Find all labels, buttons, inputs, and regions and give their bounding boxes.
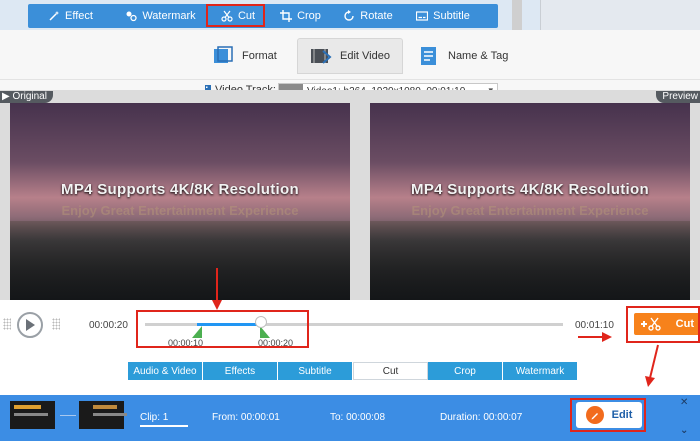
subtab-subtitle[interactable]: Subtitle	[278, 362, 353, 380]
watermark-icon	[126, 11, 137, 22]
end-time: 00:01:10	[575, 320, 614, 331]
clip-label: Clip:	[140, 412, 161, 423]
original-pane-label: ▶ Original	[0, 91, 53, 103]
subtab-cut[interactable]: Cut	[353, 362, 428, 380]
toolbar-scrollbar[interactable]	[512, 0, 522, 30]
toolbar-rotate-button[interactable]: Rotate	[333, 4, 403, 28]
from-field: From: 00:00:01	[212, 412, 280, 423]
format-icon	[214, 46, 233, 63]
preview-label: Preview	[662, 91, 698, 102]
edit-button-highlight	[570, 398, 646, 432]
preview-caption: MP4 Supports 4K/8K Resolution	[411, 181, 649, 198]
cut-timeline: 00:00:20 00:00:10 00:00:20 00:01:10	[0, 300, 700, 355]
subtitle-icon	[416, 11, 429, 21]
original-caption: MP4 Supports 4K/8K Resolution	[61, 181, 299, 198]
original-label: Original	[12, 91, 47, 102]
toolbar-effect-button[interactable]: Effect	[28, 4, 113, 28]
timeline-highlight	[136, 310, 309, 348]
play-icon	[26, 319, 35, 331]
toolbar-rotate-label: Rotate	[360, 10, 393, 22]
clip-field: Clip: 1	[140, 412, 168, 423]
tab-edit-video-label: Edit Video	[340, 50, 390, 62]
play-button[interactable]	[17, 312, 43, 338]
edit-video-icon	[311, 49, 332, 64]
tab-format[interactable]: Format	[212, 38, 277, 74]
toolbar-subtitle-label: Subtitle	[433, 10, 470, 22]
toolbar-right-panel	[540, 0, 700, 30]
current-time: 00:00:20	[89, 320, 128, 331]
edit-header-tabs: Format Edit Video Name & Tag	[0, 30, 700, 80]
tab-edit-video[interactable]: Edit Video	[297, 38, 403, 74]
video-landscape	[370, 221, 690, 300]
clip-thumbnail	[79, 401, 127, 429]
clip-underline	[140, 425, 188, 427]
magic-wand-icon	[49, 11, 60, 21]
duration-value: 00:00:07	[483, 412, 523, 423]
subtab-watermark[interactable]: Watermark	[503, 362, 578, 380]
toolbar-subtitle-button[interactable]: Subtitle	[403, 4, 483, 28]
tab-format-label: Format	[242, 50, 277, 62]
original-video-frame: MP4 Supports 4K/8K Resolution Enjoy Grea…	[10, 103, 350, 300]
drag-grip-icon[interactable]	[52, 318, 60, 330]
from-label: From:	[212, 412, 239, 423]
tab-name-tag[interactable]: Name & Tag	[418, 38, 508, 74]
to-label: To:	[330, 412, 344, 423]
name-tag-icon	[421, 47, 436, 65]
toolbar-effect-label: Effect	[65, 10, 93, 22]
preview-pane-label: Preview	[656, 91, 700, 103]
subtab-effects[interactable]: Effects	[203, 362, 278, 380]
clip-connector	[60, 415, 76, 416]
chevron-down-icon[interactable]: ⌄	[680, 425, 688, 436]
crop-icon	[280, 10, 293, 22]
close-icon[interactable]: ✕	[680, 397, 688, 408]
source-thumbnail	[10, 401, 55, 429]
toolbar-watermark-label: Watermark	[142, 10, 196, 22]
tab-name-tag-label: Name & Tag	[448, 50, 509, 62]
from-value: 00:00:01	[240, 412, 280, 423]
edit-subtabs: Audio & Video Effects Subtitle Cut Crop …	[128, 362, 578, 380]
video-landscape	[10, 221, 350, 300]
cut-button-highlight	[626, 306, 700, 343]
duration-field: Duration: 00:00:07	[440, 412, 522, 423]
subtab-audio-video[interactable]: Audio & Video	[128, 362, 203, 380]
to-value: 00:00:08	[346, 412, 386, 423]
preview-subcaption: Enjoy Great Entertainment Experience	[411, 203, 649, 218]
toolbar-crop-button[interactable]: Crop	[268, 4, 333, 28]
play-small-icon: ▶	[2, 91, 10, 102]
edit-toolbar: Effect Watermark Cut Crop Rotate Subtitl…	[0, 0, 700, 30]
toolbar-watermark-button[interactable]: Watermark	[113, 4, 208, 28]
duration-label: Duration:	[440, 412, 481, 423]
rotate-icon	[344, 10, 354, 21]
original-subcaption: Enjoy Great Entertainment Experience	[61, 203, 299, 218]
preview-video-frame: MP4 Supports 4K/8K Resolution Enjoy Grea…	[370, 103, 690, 300]
cut-tool-highlight	[206, 4, 265, 27]
clip-value: 1	[162, 412, 169, 423]
toolbar-crop-label: Crop	[297, 10, 321, 22]
to-field: To: 00:00:08	[330, 412, 385, 423]
arrowhead	[645, 376, 655, 387]
subtab-crop[interactable]: Crop	[428, 362, 503, 380]
drag-grip-icon[interactable]	[3, 318, 11, 330]
